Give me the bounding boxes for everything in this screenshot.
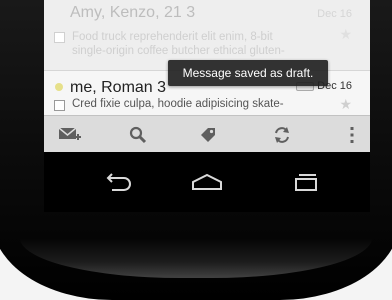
- email-sender: me, Roman 3: [70, 79, 167, 96]
- home-icon: [192, 173, 222, 190]
- refresh-icon: [275, 127, 289, 143]
- compose-button[interactable]: [58, 123, 82, 147]
- star-icon[interactable]: ★: [339, 26, 352, 43]
- toast-message: Message saved as draft.: [168, 60, 328, 86]
- system-nav-bar: [44, 152, 370, 212]
- phone-screen: Amy, Kenzo, 21 3 Dec 16 Food truck repre…: [44, 0, 370, 152]
- importance-marker-icon: [55, 83, 63, 91]
- label-icon: [201, 128, 215, 142]
- email-snippet: Cred fixie culpa, hoodie adipisicing ska…: [72, 98, 284, 110]
- email-snippet-line-1: Food truck reprehenderit elit enim, 8-bi…: [72, 31, 273, 43]
- email-snippet-line-2: single-origin coffee butcher ethical glu…: [72, 45, 285, 57]
- home-button[interactable]: [187, 170, 227, 194]
- star-icon[interactable]: ★: [339, 96, 352, 113]
- email-sender: Amy, Kenzo, 21 3: [70, 4, 196, 21]
- search-button[interactable]: [126, 123, 150, 147]
- label-button[interactable]: [196, 123, 220, 147]
- recent-apps-button[interactable]: [286, 170, 326, 194]
- compose-icon: [58, 127, 81, 140]
- recent-apps-icon: [295, 174, 317, 191]
- bottom-action-bar: [44, 115, 370, 152]
- email-snippet: Food truck reprehenderit elit enim, 8-bi…: [72, 30, 332, 58]
- back-icon: [106, 173, 131, 191]
- overflow-menu-button[interactable]: [340, 123, 364, 147]
- overflow-menu-icon: [350, 127, 354, 143]
- search-icon: [129, 126, 147, 144]
- email-date: Dec 16: [317, 8, 352, 20]
- refresh-button[interactable]: [270, 123, 294, 147]
- back-button[interactable]: [98, 170, 138, 194]
- email-select-checkbox[interactable]: [54, 100, 65, 111]
- email-select-checkbox[interactable]: [54, 32, 65, 43]
